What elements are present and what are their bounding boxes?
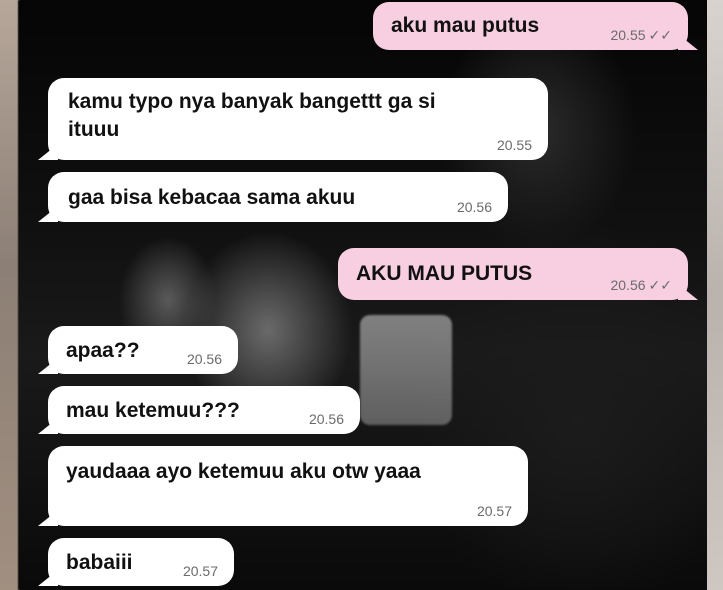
message-time: 20.57 xyxy=(476,503,512,519)
bubble-tail-icon xyxy=(38,144,58,160)
message-time: 20.56 ✓✓ xyxy=(610,277,672,293)
time-label: 20.55 xyxy=(610,27,646,43)
message-bubble-incoming[interactable]: yaudaaa ayo ketemuu aku otw yaaa 20.57 xyxy=(38,446,528,526)
bubble-tail-icon xyxy=(38,570,58,586)
message-bubble-outgoing[interactable]: AKU MAU PUTUS 20.56 ✓✓ xyxy=(338,248,698,300)
bubble-tail-icon xyxy=(38,510,58,526)
message-time: 20.56 xyxy=(456,199,492,215)
chat-screenshot: aku mau putus 20.55 ✓✓ kamu typo nya bany… xyxy=(0,0,723,590)
bubble-tail-icon xyxy=(38,418,58,434)
bubble-tail-icon xyxy=(678,34,698,50)
message-bubble-incoming[interactable]: babaiii 20.57 xyxy=(38,538,234,586)
message-text: gaa bisa kebacaa sama akuu xyxy=(68,186,356,209)
message-bubble-incoming[interactable]: gaa bisa kebacaa sama akuu 20.56 xyxy=(38,172,508,222)
message-text: yaudaaa ayo ketemuu aku otw yaaa xyxy=(66,460,421,483)
left-edge-strip xyxy=(0,0,20,590)
bubble-tail-icon xyxy=(678,284,698,300)
message-time: 20.56 xyxy=(308,411,344,427)
double-check-icon: ✓✓ xyxy=(648,27,672,43)
bubble-tail-icon xyxy=(38,206,58,222)
message-time: 20.57 xyxy=(182,563,218,579)
message-bubble-incoming[interactable]: apaa?? 20.56 xyxy=(38,326,238,374)
message-bubble-outgoing[interactable]: aku mau putus 20.55 ✓✓ xyxy=(373,2,698,50)
message-text: AKU MAU PUTUS xyxy=(356,262,533,285)
time-label: 20.56 xyxy=(610,277,646,293)
double-check-icon: ✓✓ xyxy=(648,277,672,293)
message-text: aku mau putus xyxy=(391,14,540,37)
message-text: apaa?? xyxy=(66,339,140,362)
message-bubble-incoming[interactable]: kamu typo nya banyak bangettt ga si ituu… xyxy=(38,78,548,160)
background-phone-shape xyxy=(360,315,452,425)
message-text: babaiii xyxy=(66,551,133,574)
bubble-tail-icon xyxy=(38,358,58,374)
message-text: mau ketemuu??? xyxy=(66,399,240,422)
message-text: kamu typo nya banyak bangettt ga si xyxy=(68,90,436,113)
message-text-line-2: ituuu xyxy=(68,118,120,141)
message-time: 20.56 xyxy=(186,351,222,367)
message-time: 20.55 xyxy=(496,137,532,153)
message-bubble-incoming[interactable]: mau ketemuu??? 20.56 xyxy=(38,386,360,434)
message-time: 20.55 ✓✓ xyxy=(610,27,672,43)
right-edge-strip xyxy=(707,0,723,590)
